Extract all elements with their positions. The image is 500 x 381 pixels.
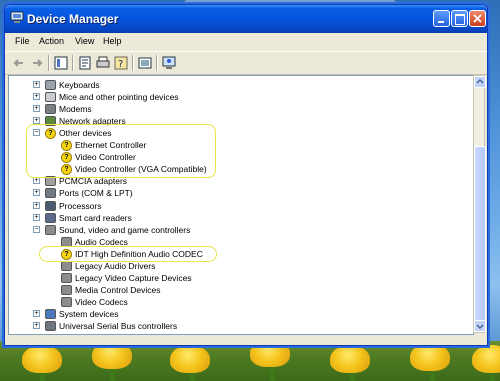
tree-category[interactable]: + Mice and other pointing devices bbox=[9, 91, 469, 103]
tree-category[interactable]: + Universal Serial Bus controllers bbox=[9, 320, 469, 332]
expand-icon[interactable]: + bbox=[33, 177, 40, 185]
minimize-button[interactable] bbox=[433, 10, 450, 27]
tree-item-label: Modems bbox=[59, 104, 92, 115]
tree-item-label: System devices bbox=[59, 308, 119, 319]
device-manager-icon bbox=[10, 11, 24, 23]
tree-category[interactable]: + Modems bbox=[9, 103, 469, 115]
tree-category[interactable]: + Ports (COM & LPT) bbox=[9, 187, 469, 199]
smart-card-icon bbox=[45, 212, 56, 223]
tree-category[interactable]: + Keyboards bbox=[9, 79, 469, 91]
tree-item-label: Ports (COM & LPT) bbox=[59, 188, 133, 199]
close-button[interactable] bbox=[469, 10, 486, 27]
menu-help[interactable]: Help bbox=[103, 36, 122, 46]
expand-icon[interactable]: + bbox=[33, 105, 40, 113]
port-icon bbox=[45, 188, 56, 199]
expand-icon[interactable]: + bbox=[33, 213, 40, 221]
refresh-icon[interactable] bbox=[137, 55, 153, 71]
collapse-icon[interactable]: − bbox=[33, 225, 40, 233]
print-icon[interactable] bbox=[95, 55, 111, 71]
view-icon[interactable] bbox=[53, 55, 69, 71]
status-bar bbox=[5, 335, 487, 345]
tree-child-item[interactable]: Video Codecs bbox=[9, 296, 469, 308]
vertical-scrollbar[interactable] bbox=[473, 75, 486, 333]
sound-icon bbox=[61, 260, 72, 271]
sound-icon bbox=[61, 296, 72, 307]
tree-category[interactable]: − Sound, video and game controllers bbox=[9, 224, 469, 236]
back-arrow-icon[interactable] bbox=[11, 55, 27, 71]
window-title: Device Manager bbox=[27, 12, 119, 26]
tree-item-label: Legacy Video Capture Devices bbox=[75, 272, 192, 283]
tree-item-label: Mice and other pointing devices bbox=[59, 92, 179, 103]
tree-item-label: Smart card readers bbox=[59, 212, 132, 223]
tree-child-item[interactable]: Media Control Devices bbox=[9, 284, 469, 296]
expand-icon[interactable]: + bbox=[33, 81, 40, 88]
keyboard-icon bbox=[45, 80, 56, 90]
system-icon bbox=[45, 308, 56, 319]
tree-category[interactable]: + Processors bbox=[9, 200, 469, 212]
menu-file[interactable]: File bbox=[15, 36, 30, 46]
scan-hardware-icon[interactable] bbox=[161, 55, 177, 71]
tree-item-label: Keyboards bbox=[59, 80, 100, 90]
chevron-down-icon bbox=[476, 324, 484, 330]
expand-icon[interactable]: + bbox=[33, 201, 40, 209]
mouse-icon bbox=[45, 92, 56, 103]
maximize-button[interactable] bbox=[451, 10, 468, 27]
menu-action[interactable]: Action bbox=[39, 36, 64, 46]
tulip-field bbox=[0, 339, 500, 381]
expand-icon[interactable]: + bbox=[33, 93, 40, 101]
scroll-down-button[interactable] bbox=[474, 320, 486, 332]
processor-icon bbox=[45, 200, 56, 211]
tree-item-label: Processors bbox=[59, 200, 102, 211]
tree-child-item[interactable]: Legacy Video Capture Devices bbox=[9, 272, 469, 284]
close-icon bbox=[473, 14, 482, 23]
device-manager-window: Device Manager File Action View Help ? +… bbox=[4, 4, 488, 346]
scroll-up-button[interactable] bbox=[474, 76, 486, 88]
expand-icon[interactable]: + bbox=[33, 189, 40, 197]
modem-icon bbox=[45, 104, 56, 115]
chevron-up-icon bbox=[476, 78, 484, 84]
tree-category[interactable]: + System devices bbox=[9, 308, 469, 320]
highlight-other-devices bbox=[26, 124, 216, 179]
properties-icon[interactable] bbox=[77, 55, 93, 71]
sound-icon bbox=[61, 284, 72, 295]
sound-icon bbox=[61, 272, 72, 283]
expand-icon[interactable]: + bbox=[33, 322, 40, 329]
tree-item-label: Media Control Devices bbox=[75, 284, 161, 295]
scroll-thumb[interactable] bbox=[474, 146, 486, 323]
help-icon[interactable]: ? bbox=[113, 55, 129, 71]
sound-icon bbox=[45, 224, 56, 235]
expand-icon[interactable]: + bbox=[33, 309, 40, 317]
forward-arrow-icon[interactable] bbox=[29, 55, 45, 71]
menu-bar: File Action View Help bbox=[5, 33, 487, 50]
tree-item-label: Sound, video and game controllers bbox=[59, 224, 191, 235]
svg-text:?: ? bbox=[118, 59, 123, 70]
tree-item-label: Universal Serial Bus controllers bbox=[59, 321, 178, 331]
expand-icon[interactable]: + bbox=[33, 117, 40, 125]
title-bar[interactable]: Device Manager bbox=[5, 5, 487, 33]
tree-category[interactable]: + Smart card readers bbox=[9, 212, 469, 224]
menu-view[interactable]: View bbox=[75, 36, 94, 46]
highlight-idt-codec bbox=[39, 245, 217, 262]
device-tree: + Keyboards + Mice and other pointing devic… bbox=[8, 75, 474, 335]
usb-icon bbox=[45, 321, 56, 331]
toolbar: ? bbox=[5, 51, 487, 75]
tree-item-label: Video Codecs bbox=[75, 296, 128, 307]
